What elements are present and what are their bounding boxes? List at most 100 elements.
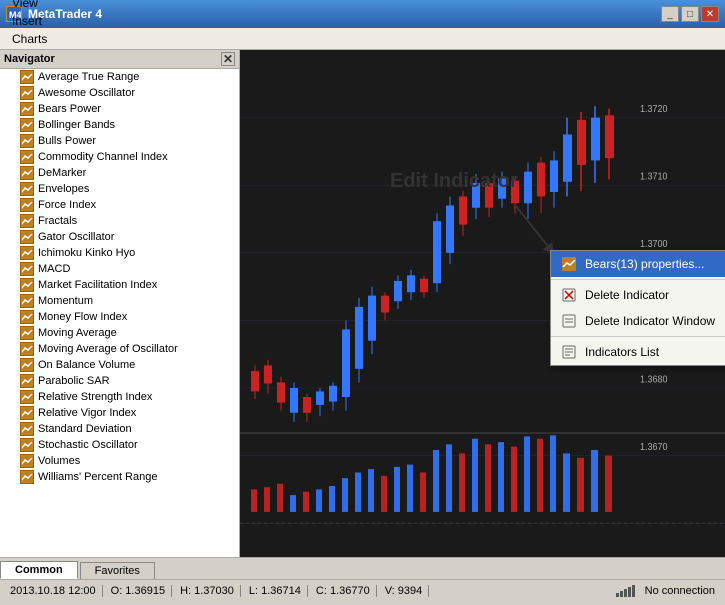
indicator-label: Bollinger Bands: [38, 119, 115, 131]
ctx-item-label: Delete Indicator Window: [585, 314, 725, 328]
navigator-panel: Navigator ✕ Average True Range Awesome Os…: [0, 50, 240, 557]
navigator-close-button[interactable]: ✕: [221, 52, 235, 66]
nav-item[interactable]: Commodity Channel Index: [0, 149, 239, 165]
navigator-header: Navigator ✕: [0, 50, 239, 69]
indicator-label: Awesome Oscillator: [38, 87, 135, 99]
context-menu-item-delete[interactable]: Delete Indicator: [551, 282, 725, 308]
nav-item[interactable]: On Balance Volume: [0, 357, 239, 373]
tab-common[interactable]: Common: [0, 561, 78, 579]
status-bar-right: No connection: [616, 585, 721, 597]
menu-item-charts[interactable]: Charts: [4, 30, 63, 48]
indicator-label: Moving Average: [38, 327, 117, 339]
nav-item[interactable]: Gator Oscillator: [0, 229, 239, 245]
indicator-icon: [20, 310, 34, 324]
indicator-icon: [20, 406, 34, 420]
nav-item[interactable]: Bulls Power: [0, 133, 239, 149]
context-menu-item-delete-window[interactable]: Delete Indicator Window: [551, 308, 725, 334]
nav-item[interactable]: Williams' Percent Range: [0, 469, 239, 485]
ctx-item-icon: [561, 344, 577, 360]
indicator-icon: [20, 294, 34, 308]
nav-item[interactable]: Force Index: [0, 197, 239, 213]
nav-item[interactable]: Moving Average: [0, 325, 239, 341]
svg-text:1.3720: 1.3720: [640, 104, 668, 116]
menu-item-view[interactable]: View: [4, 0, 63, 12]
nav-item[interactable]: Bears Power: [0, 101, 239, 117]
nav-item[interactable]: Momentum: [0, 293, 239, 309]
window-controls[interactable]: _ □ ✕: [661, 6, 719, 22]
nav-item[interactable]: Standard Deviation: [0, 421, 239, 437]
indicator-label: Momentum: [38, 295, 93, 307]
indicator-label: Relative Strength Index: [38, 391, 152, 403]
svg-text:1.3700: 1.3700: [640, 239, 668, 251]
indicator-icon: [20, 262, 34, 276]
indicator-icon: [20, 278, 34, 292]
ctx-item-icon: [561, 287, 577, 303]
indicator-label: Force Index: [38, 199, 96, 211]
svg-text:1.3710: 1.3710: [640, 171, 668, 183]
tab-favorites[interactable]: Favorites: [80, 562, 155, 579]
nav-item[interactable]: MACD: [0, 261, 239, 277]
indicator-label: Fractals: [38, 215, 77, 227]
status-high: H: 1.37030: [174, 585, 241, 597]
nav-item[interactable]: Envelopes: [0, 181, 239, 197]
indicator-label: Bulls Power: [38, 135, 96, 147]
close-button[interactable]: ✕: [701, 6, 719, 22]
indicator-icon: [20, 214, 34, 228]
svg-text:1.3670: 1.3670: [640, 442, 668, 454]
nav-item[interactable]: Relative Vigor Index: [0, 405, 239, 421]
context-menu-item-indicators-list[interactable]: Indicators ListCtrl+I: [551, 339, 725, 365]
nav-item[interactable]: Stochastic Oscillator: [0, 437, 239, 453]
indicator-icon: [20, 374, 34, 388]
chart-area[interactable]: 1.3720 1.3710 1.3700 1.3690 1.3680 1.367…: [240, 50, 725, 557]
navigator-list: Average True Range Awesome Oscillator Bear…: [0, 69, 239, 557]
indicator-label: Moving Average of Oscillator: [38, 343, 178, 355]
indicator-icon: [20, 166, 34, 180]
nav-item[interactable]: Awesome Oscillator: [0, 85, 239, 101]
indicator-icon: [20, 118, 34, 132]
indicator-label: Ichimoku Kinko Hyo: [38, 247, 135, 259]
nav-item[interactable]: Ichimoku Kinko Hyo: [0, 245, 239, 261]
title-bar: M4 MetaTrader 4 _ □ ✕: [0, 0, 725, 28]
indicator-label: Market Facilitation Index: [38, 279, 157, 291]
indicator-label: Commodity Channel Index: [38, 151, 168, 163]
nav-item[interactable]: Money Flow Index: [0, 309, 239, 325]
indicator-icon: [20, 438, 34, 452]
nav-item[interactable]: Parabolic SAR: [0, 373, 239, 389]
ctx-item-icon: [561, 313, 577, 329]
navigator-title: Navigator: [4, 53, 55, 65]
indicator-icon: [20, 70, 34, 84]
indicator-icon: [20, 358, 34, 372]
indicator-label: Money Flow Index: [38, 311, 127, 323]
nav-item[interactable]: Market Facilitation Index: [0, 277, 239, 293]
indicator-icon: [20, 246, 34, 260]
status-connection: No connection: [639, 585, 721, 597]
status-volume: V: 9394: [379, 585, 430, 597]
maximize-button[interactable]: □: [681, 6, 699, 22]
indicator-icon: [20, 342, 34, 356]
indicator-icon: [20, 134, 34, 148]
minimize-button[interactable]: _: [661, 6, 679, 22]
indicator-icon: [20, 182, 34, 196]
indicator-icon: [20, 230, 34, 244]
context-menu-item-properties[interactable]: Bears(13) properties...: [551, 251, 725, 277]
nav-item[interactable]: Moving Average of Oscillator: [0, 341, 239, 357]
nav-item[interactable]: Average True Range: [0, 69, 239, 85]
nav-item[interactable]: Fractals: [0, 213, 239, 229]
indicator-label: Volumes: [38, 455, 80, 467]
nav-item[interactable]: Bollinger Bands: [0, 117, 239, 133]
indicator-icon: [20, 102, 34, 116]
indicator-icon: [20, 454, 34, 468]
menu-item-insert[interactable]: Insert: [4, 12, 63, 30]
indicator-icon: [20, 86, 34, 100]
status-bar: 2013.10.18 12:00 O: 1.36915 H: 1.37030 L…: [0, 579, 725, 601]
status-open: O: 1.36915: [105, 585, 172, 597]
nav-item[interactable]: DeMarker: [0, 165, 239, 181]
indicator-icon: [20, 470, 34, 484]
status-low: L: 1.36714: [243, 585, 308, 597]
bottom-tabs: Common Favorites: [0, 557, 725, 579]
nav-item[interactable]: Volumes: [0, 453, 239, 469]
nav-item[interactable]: Relative Strength Index: [0, 389, 239, 405]
ctx-item-label: Bears(13) properties...: [585, 257, 725, 271]
indicator-label: Standard Deviation: [38, 423, 132, 435]
indicator-label: Gator Oscillator: [38, 231, 114, 243]
